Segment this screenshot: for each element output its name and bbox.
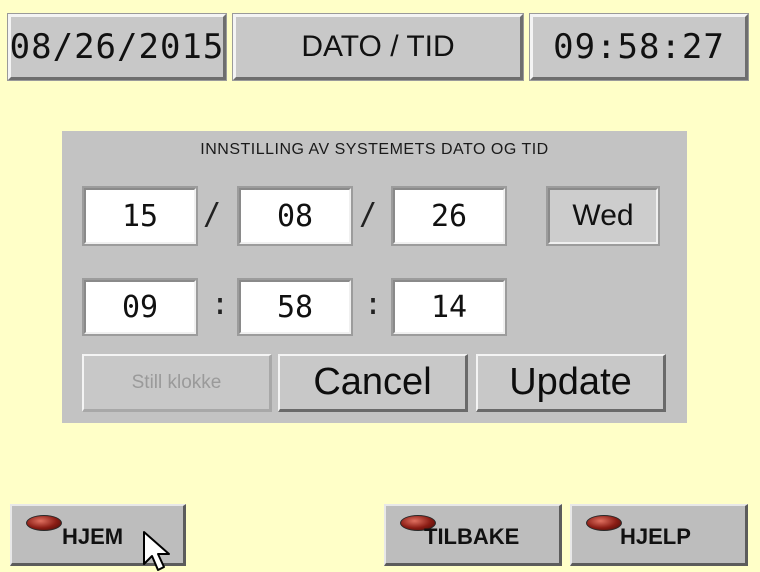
time-separator: :	[364, 287, 383, 322]
minute-field[interactable]: 58	[237, 278, 353, 336]
screen-title: DATO / TID	[232, 13, 524, 81]
date-separator: /	[203, 197, 222, 232]
time-separator: :	[211, 287, 230, 322]
weekday-display: Wed	[546, 186, 660, 246]
current-date-text: 08/26/2015	[9, 27, 225, 67]
day-field[interactable]: 26	[391, 186, 507, 246]
second-field[interactable]: 14	[391, 278, 507, 336]
settings-panel-title: INNSTILLING AV SYSTEMETS DATO OG TID	[200, 141, 549, 158]
hour-field[interactable]: 09	[82, 278, 198, 336]
current-date-display: 08/26/2015	[7, 13, 227, 81]
red-lamp-icon	[586, 515, 622, 531]
red-lamp-icon	[26, 515, 62, 531]
back-button-label: TILBAKE	[424, 524, 520, 549]
current-time-text: 09:58:27	[553, 27, 725, 67]
current-time-display: 09:58:27	[529, 13, 749, 81]
update-button[interactable]: Update	[476, 354, 666, 412]
help-button-label: HJELP	[620, 524, 691, 549]
screen-title-text: DATO / TID	[301, 30, 455, 63]
datetime-settings-panel: INNSTILLING AV SYSTEMETS DATO OG TID 15 …	[62, 131, 687, 423]
year-field[interactable]: 15	[82, 186, 198, 246]
date-separator: /	[359, 197, 378, 232]
mouse-pointer-icon	[143, 531, 170, 571]
month-field[interactable]: 08	[237, 186, 353, 246]
back-button[interactable]: TILBAKE	[384, 504, 562, 566]
set-clock-button[interactable]: Still klokke	[82, 354, 272, 412]
help-button[interactable]: HJELP	[570, 504, 748, 566]
home-button-label: HJEM	[62, 524, 124, 549]
cancel-button[interactable]: Cancel	[278, 354, 468, 412]
